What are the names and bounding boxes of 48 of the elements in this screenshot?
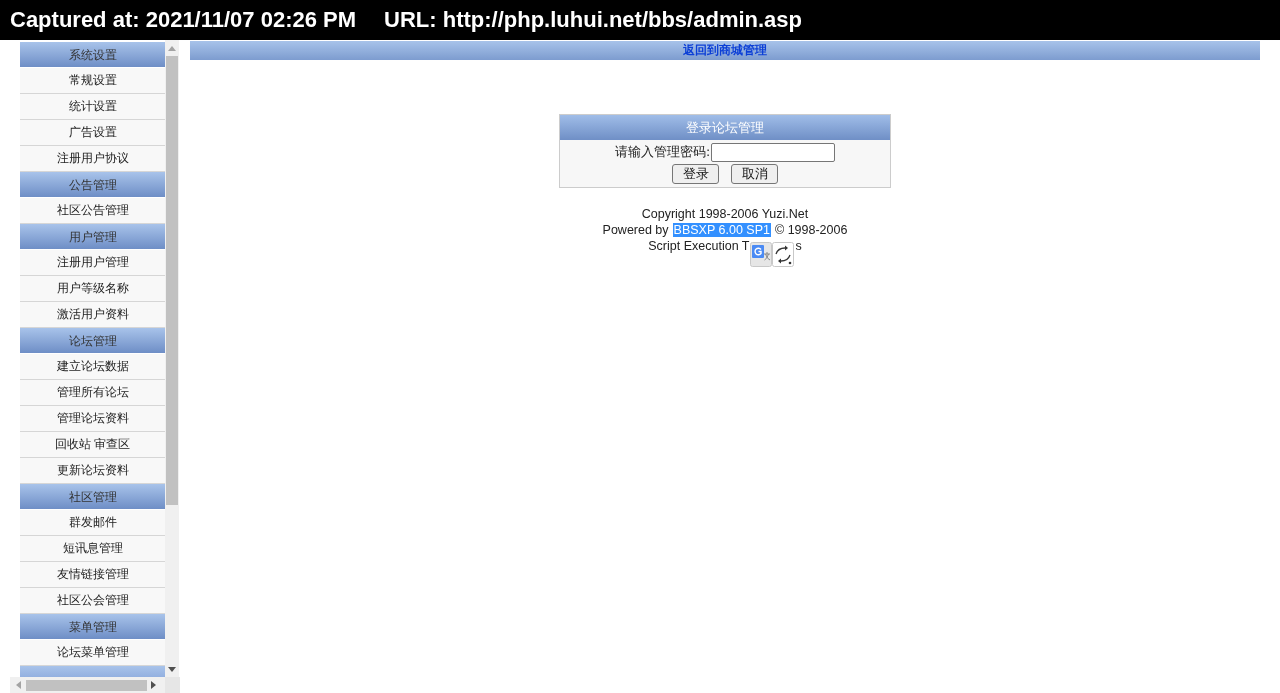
scrollbar-thumb[interactable] (166, 56, 178, 505)
menu-section-header[interactable]: 用户管理 (20, 224, 165, 250)
scrollbar-corner (165, 677, 180, 693)
menu-item[interactable]: 注册用户管理 (20, 250, 165, 276)
execution-time-text: Script Execution T (648, 239, 750, 253)
vertical-scrollbar[interactable] (165, 40, 179, 677)
menu-item[interactable]: 用户等级名称 (20, 276, 165, 302)
menu-item[interactable]: 更新论坛资料 (20, 458, 165, 484)
menu-item[interactable]: 回收站 审查区 (20, 432, 165, 458)
menu-item[interactable]: 广告设置 (20, 120, 165, 146)
password-field[interactable] (711, 143, 836, 162)
menu-item[interactable]: 注册用户协议 (20, 146, 165, 172)
copyright-text: Copyright 1998-2006 Yuzi.Net (641, 207, 809, 221)
password-label: 请输入管理密码: (614, 144, 711, 161)
capture-url-text: URL: http://php.luhui.net/bbs/admin.asp (384, 7, 803, 33)
menu-section-header[interactable]: 论坛管理 (20, 328, 165, 354)
cancel-button[interactable]: 取消 (731, 164, 778, 184)
version-text: BBSXP 6.00 SP1 (672, 223, 771, 237)
execution-time-end-text: s (795, 239, 802, 253)
scrollbar-thumb[interactable] (26, 679, 147, 691)
menu-section-header[interactable]: 系统设置 (20, 42, 165, 68)
menu-item[interactable]: 友情链接管理 (20, 562, 165, 588)
menu-section-header[interactable]: 公告管理 (20, 172, 165, 198)
scroll-right-arrow-icon[interactable] (151, 681, 156, 689)
menu-item[interactable]: 社区公告管理 (20, 198, 165, 224)
menu-item[interactable]: 群发邮件 (20, 510, 165, 536)
menu-section-header[interactable]: 社区管理 (20, 484, 165, 510)
swap-arrows-icon[interactable] (772, 242, 795, 267)
menu-item[interactable]: 建立论坛数据 (20, 354, 165, 380)
back-to-shop-link[interactable]: 返回到商城管理 (683, 42, 767, 59)
menu-item[interactable]: 统计设置 (20, 94, 165, 120)
menu-item[interactable]: 短讯息管理 (20, 536, 165, 562)
menu-item[interactable]: 管理所有论坛 (20, 380, 165, 406)
scroll-up-arrow-icon[interactable] (168, 46, 176, 51)
scroll-left-arrow-icon[interactable] (16, 681, 21, 689)
login-panel-title: 登录论坛管理 (560, 115, 890, 140)
menu-item[interactable]: 激活用户资料 (20, 302, 165, 328)
capture-time-text: Captured at: 2021/11/07 02:26 PM (10, 7, 357, 33)
menu-item[interactable]: 管理论坛资料 (20, 406, 165, 432)
scroll-down-arrow-icon[interactable] (168, 667, 176, 672)
version-years-text: © 1998-2006 (774, 223, 848, 237)
menu-section-header[interactable]: 菜单管理 (20, 614, 165, 640)
login-button[interactable]: 登录 (672, 164, 719, 184)
menu-item[interactable]: 社区公会管理 (20, 588, 165, 614)
menu-item[interactable]: 常规设置 (20, 68, 165, 94)
menu-item[interactable]: 论坛菜单管理 (20, 640, 165, 666)
horizontal-scrollbar[interactable] (10, 677, 165, 693)
powered-by-text: Powered by (602, 223, 669, 237)
